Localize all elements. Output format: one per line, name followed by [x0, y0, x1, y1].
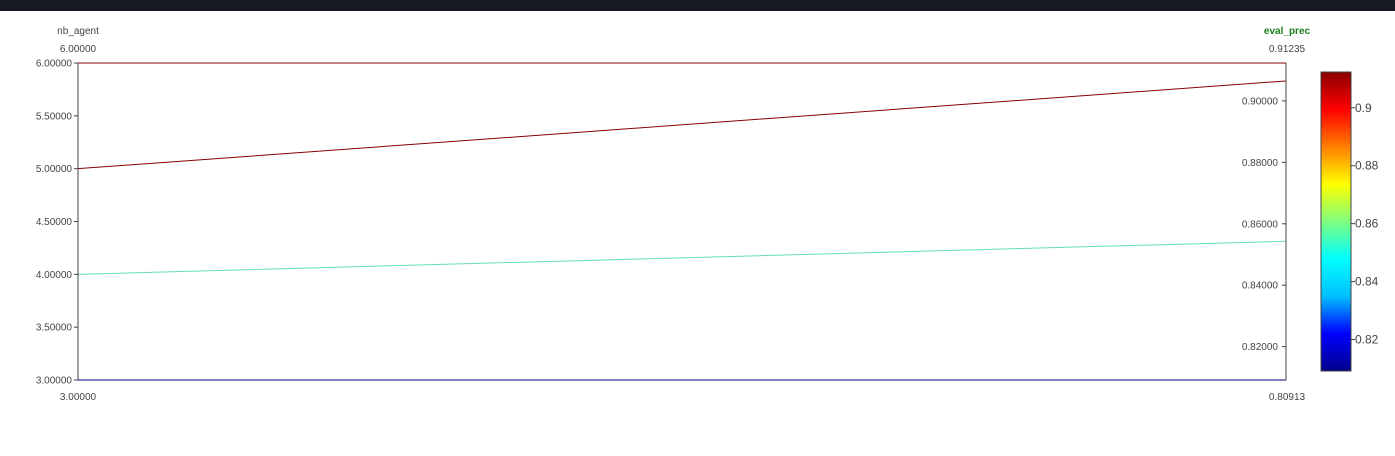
colorbar-tick-label: 0.9 [1355, 101, 1372, 115]
tick-label: 0.90000 [1242, 96, 1279, 107]
tick-label: 0.88000 [1242, 158, 1279, 169]
tick-label: 0.86000 [1242, 219, 1279, 230]
colorbar-tick-label: 0.84 [1355, 275, 1379, 289]
axis-bottom-label-eval_prec: 0.80913 [1269, 392, 1306, 403]
tick-label: 5.50000 [36, 111, 73, 122]
colorbar-tick-label: 0.88 [1355, 159, 1379, 173]
tick-label: 3.00000 [36, 376, 73, 387]
plot-frame [77, 62, 1287, 381]
axis-top-label-nb_agent: 6.00000 [60, 44, 97, 55]
tick-label: 4.00000 [36, 270, 73, 281]
axis-top-label-eval_prec: 0.91235 [1269, 44, 1306, 55]
tick-label: 4.50000 [36, 217, 73, 228]
tick-label: 0.82000 [1242, 342, 1279, 353]
tick-label: 0.84000 [1242, 281, 1279, 292]
parallel-coordinates-chart: nb_agent 6.00000 3.00000 6.00000 5.50000 5.00… [36, 26, 1379, 403]
colorbar-gradient [1320, 71, 1352, 372]
tick-label: 5.00000 [36, 164, 73, 175]
axis-title-eval_prec: eval_prec [1264, 26, 1311, 37]
tick-label: 6.00000 [36, 59, 73, 70]
axis-bottom-label-nb_agent: 3.00000 [60, 392, 97, 403]
axis-title-nb_agent: nb_agent [57, 26, 99, 37]
colorbar: 0.9 0.88 0.86 0.84 0.82 [1320, 71, 1379, 372]
colorbar-tick-label: 0.86 [1355, 217, 1379, 231]
colorbar-tick-label: 0.82 [1355, 333, 1379, 347]
tick-label: 3.50000 [36, 323, 73, 334]
